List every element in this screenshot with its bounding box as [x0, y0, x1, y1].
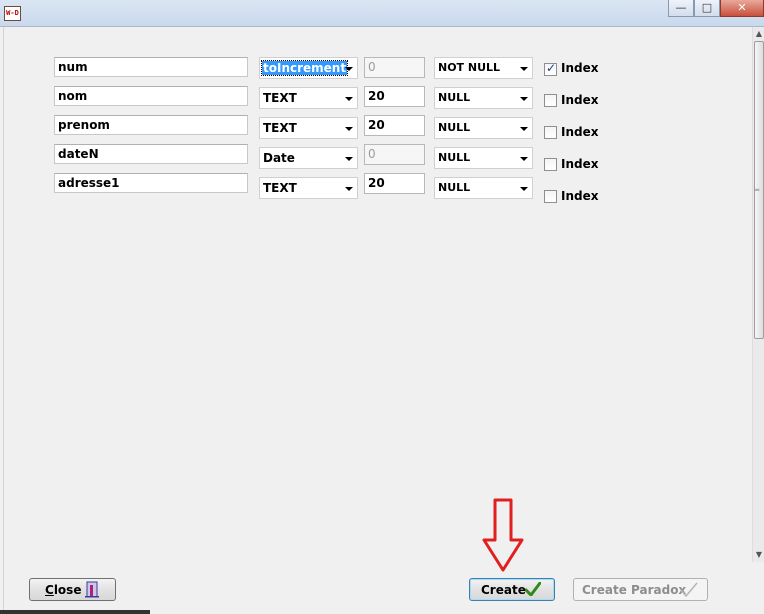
chevron-down-icon — [520, 187, 528, 191]
close-button[interactable]: Close — [29, 578, 116, 601]
close-window-button[interactable]: ✕ — [720, 0, 764, 17]
field-null-value: NOT NULL — [438, 61, 501, 74]
minimize-button[interactable]: — — [668, 0, 694, 17]
close-button-label: Close — [45, 583, 82, 597]
field-null-select[interactable]: NOT NULL — [434, 57, 533, 79]
field-type-select[interactable]: TEXT — [259, 87, 358, 109]
create-button-label: Create — [481, 583, 526, 597]
index-label: Index — [561, 93, 599, 107]
index-checkbox[interactable] — [544, 126, 557, 139]
app-icon: W-D — [4, 6, 21, 21]
chevron-down-icon — [345, 187, 353, 191]
index-checkbox[interactable] — [544, 94, 557, 107]
chevron-down-icon — [520, 97, 528, 101]
field-type-select[interactable]: toIncrement — [259, 57, 358, 79]
field-size-input[interactable]: 20 — [364, 173, 425, 194]
field-null-select[interactable]: NULL — [434, 147, 533, 169]
chevron-down-icon — [520, 157, 528, 161]
field-type-value: Date — [263, 151, 295, 165]
field-null-value: NULL — [438, 151, 471, 164]
field-type-value: TEXT — [263, 121, 297, 135]
field-type-value: toIncrement — [260, 60, 349, 76]
field-null-value: NULL — [438, 181, 471, 194]
field-type-value: TEXT — [263, 91, 297, 105]
field-type-select[interactable]: Date — [259, 147, 358, 169]
maximize-button[interactable]: □ — [694, 0, 720, 17]
field-type-select[interactable]: TEXT — [259, 177, 358, 199]
index-label: Index — [561, 157, 599, 171]
index-label: Index — [561, 125, 599, 139]
index-checkbox[interactable] — [544, 158, 557, 171]
index-checkbox[interactable]: ✓ — [544, 61, 557, 76]
index-label: Index — [561, 189, 599, 203]
field-size-input[interactable]: 0 — [364, 57, 425, 78]
maximize-icon: □ — [701, 1, 713, 14]
field-name-input[interactable]: prenom — [54, 115, 248, 135]
create-paradox-button[interactable]: Create Paradox — [573, 578, 708, 601]
field-name-input[interactable]: nom — [54, 86, 248, 106]
check-icon — [680, 582, 698, 597]
scroll-down-arrow-icon[interactable]: ▼ — [753, 548, 764, 562]
minimize-icon: — — [675, 1, 687, 14]
field-name-input[interactable]: dateN — [54, 144, 248, 164]
field-null-select[interactable]: NULL — [434, 117, 533, 139]
field-size-input[interactable]: 20 — [364, 86, 425, 107]
annotation-arrow-icon — [482, 498, 524, 572]
scroll-up-arrow-icon[interactable]: ▲ — [753, 27, 764, 41]
vertical-scrollbar[interactable]: ▲ ═ ▼ — [752, 27, 764, 562]
check-icon — [525, 582, 541, 596]
create-paradox-label: Create Paradox — [582, 583, 687, 597]
chevron-down-icon — [520, 127, 528, 131]
chevron-down-icon — [345, 67, 353, 71]
field-size-input[interactable]: 0 — [364, 144, 425, 165]
field-null-value: NULL — [438, 91, 471, 104]
chevron-down-icon — [345, 127, 353, 131]
chevron-down-icon — [520, 67, 528, 71]
field-null-value: NULL — [438, 121, 471, 134]
field-null-select[interactable]: NULL — [434, 177, 533, 199]
field-name-input[interactable]: adresse1 — [54, 173, 248, 193]
title-bar: W-D — □ ✕ — [0, 0, 764, 27]
chevron-down-icon — [345, 157, 353, 161]
index-label: Index — [561, 61, 599, 75]
window-controls: — □ ✕ — [668, 0, 764, 18]
taskbar-edge — [0, 610, 150, 614]
scroll-grip-icon: ═ — [755, 186, 760, 194]
create-button[interactable]: Create — [469, 578, 555, 601]
close-icon: ✕ — [737, 1, 747, 14]
check-icon: ✓ — [546, 61, 557, 75]
index-checkbox[interactable] — [544, 190, 557, 203]
field-type-value: TEXT — [263, 181, 297, 195]
field-size-input[interactable]: 20 — [364, 115, 425, 136]
exit-door-icon — [85, 581, 99, 598]
field-name-input[interactable]: num — [54, 57, 248, 77]
field-type-select[interactable]: TEXT — [259, 117, 358, 139]
field-null-select[interactable]: NULL — [434, 87, 533, 109]
chevron-down-icon — [345, 97, 353, 101]
